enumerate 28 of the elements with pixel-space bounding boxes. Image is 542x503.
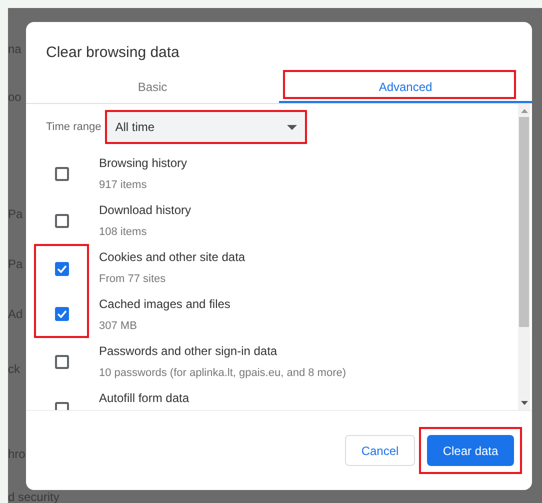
item-title: Cached images and files (99, 296, 230, 313)
clear-data-button[interactable]: Clear data (427, 435, 514, 466)
dialog-title: Clear browsing data (45, 43, 180, 63)
checkmark-icon (56, 310, 66, 318)
item-detail: 108 items (99, 225, 148, 240)
item-title: Cookies and other site data (99, 249, 246, 266)
checkbox[interactable] (54, 306, 68, 320)
item-detail: From 77 sites (99, 272, 167, 287)
scrollbar[interactable] (518, 104, 530, 410)
item-detail: 917 items (99, 178, 148, 193)
dropdown-caret-icon (287, 124, 298, 130)
checkbox[interactable] (54, 262, 68, 276)
scroll-down-arrow-icon[interactable] (520, 401, 528, 405)
item-title: Download history (99, 202, 192, 219)
time-range-dropdown[interactable]: All time (107, 112, 306, 142)
checkbox[interactable] (54, 166, 68, 180)
checkbox[interactable] (54, 214, 68, 228)
item-detail: 307 MB (99, 319, 138, 334)
cancel-button[interactable]: Cancel (345, 435, 415, 466)
item-title: Browsing history (99, 155, 188, 172)
item-detail: 10 passwords (for aplinka.lt, gpais.eu, and 8 more) (99, 366, 346, 381)
checkbox[interactable] (54, 354, 68, 368)
field-label: Time range (46, 120, 102, 135)
item-title: Passwords and other sign-in data (99, 343, 278, 360)
tab[interactable]: Basic (26, 72, 279, 103)
tab[interactable]: Advanced (279, 72, 532, 103)
checkmark-icon (56, 264, 66, 272)
item-title: Autofill form data (99, 390, 190, 407)
